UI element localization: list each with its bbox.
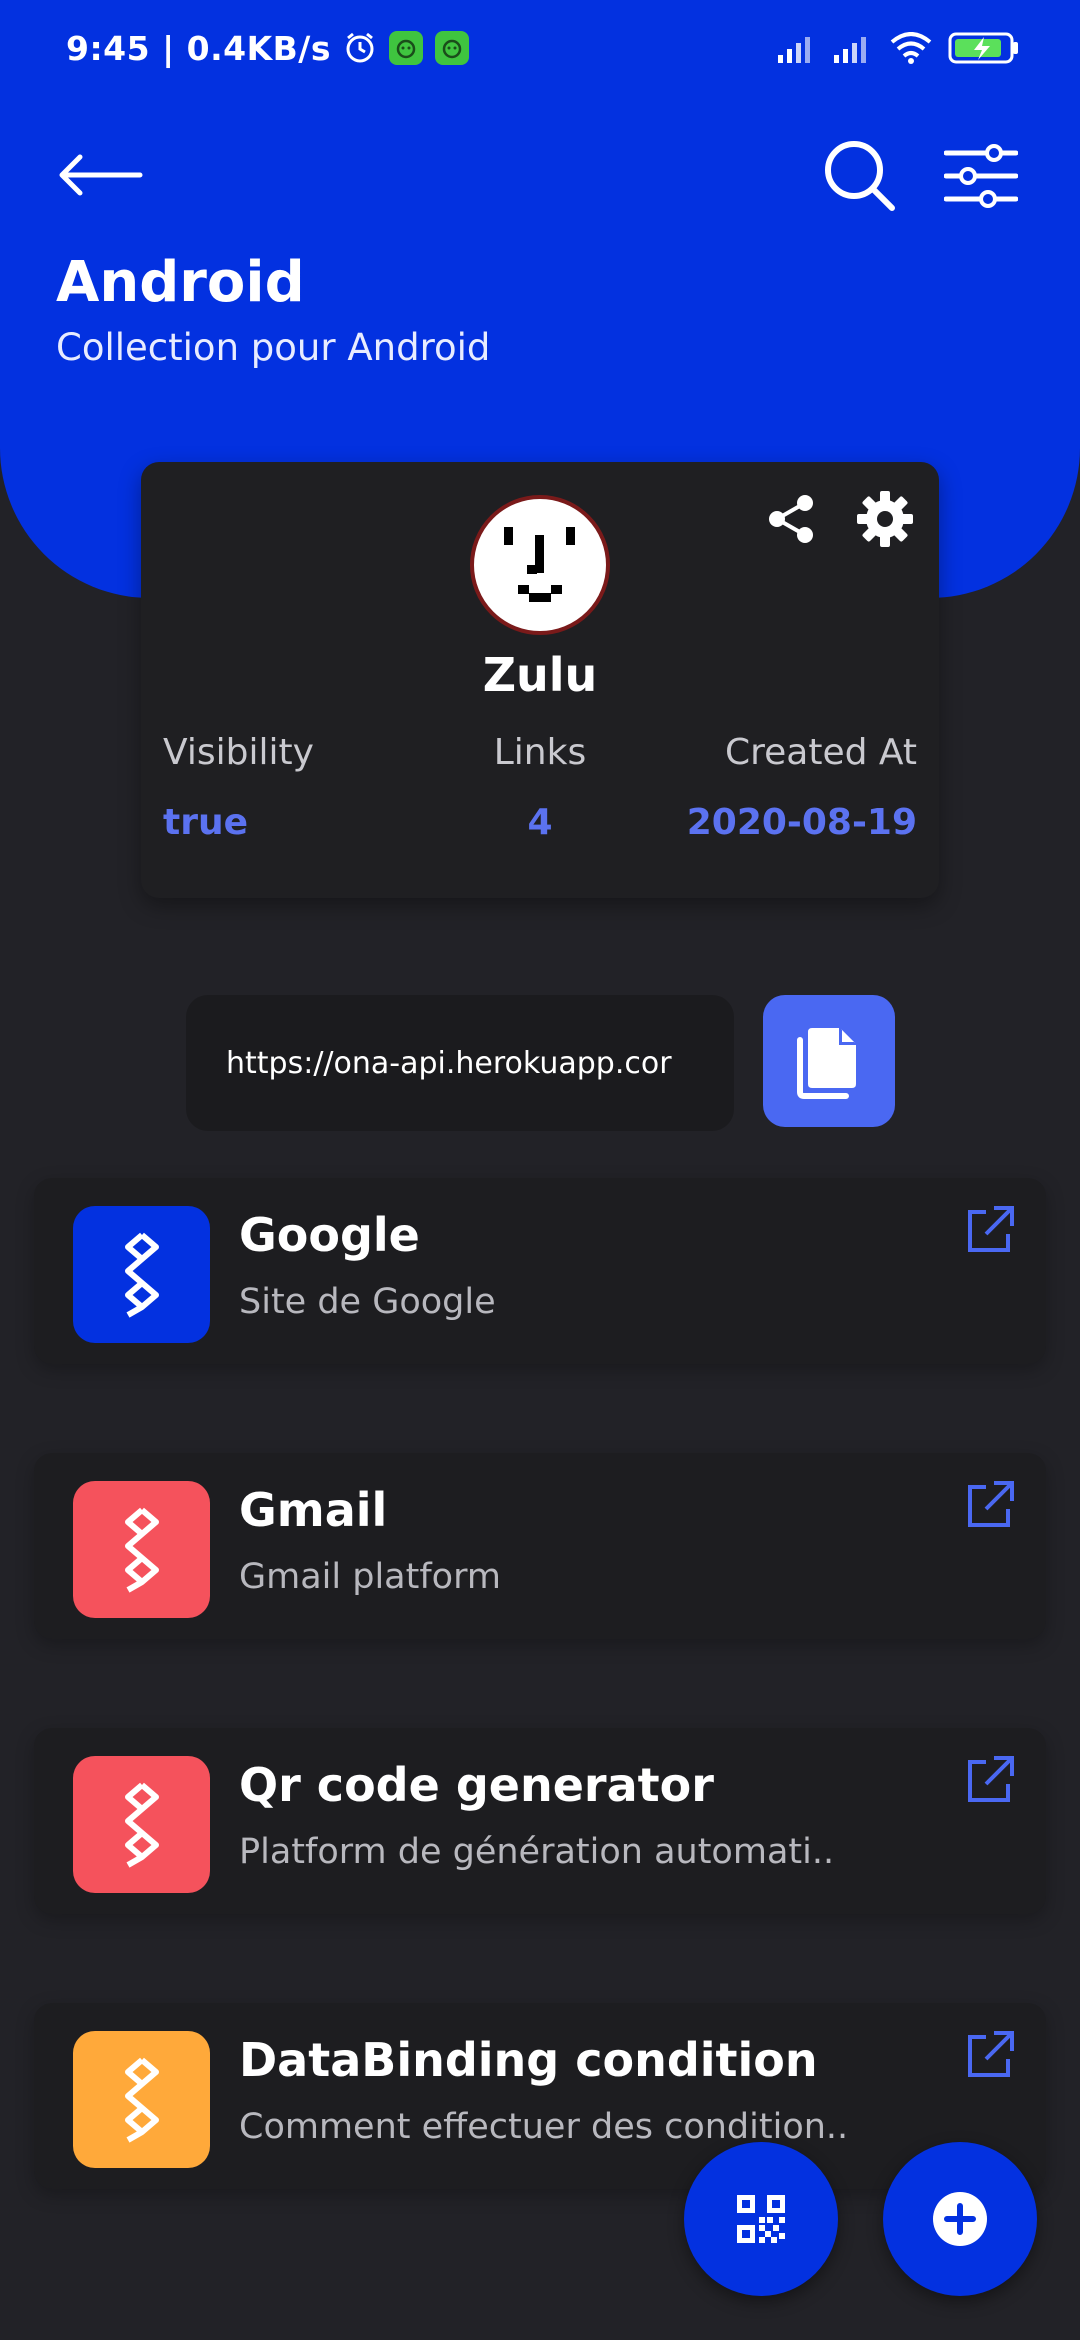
created-at-label: Created At — [724, 732, 917, 773]
link-item[interactable]: Qr code generator Platform de génération… — [34, 1728, 1046, 1914]
gear-icon — [857, 491, 913, 547]
link-chain-icon — [124, 2057, 159, 2143]
qr-code-icon — [737, 2195, 785, 2243]
copy-icon — [797, 1028, 856, 1099]
open-external-icon — [968, 2031, 1014, 2077]
link-description: Site de Google — [239, 1282, 496, 1322]
filter-button[interactable] — [940, 136, 1022, 216]
link-icon-tile — [73, 1756, 210, 1893]
link-description: Platform de génération automati.. — [239, 1832, 835, 1872]
search-button[interactable] — [818, 134, 902, 218]
link-item[interactable]: DataBinding condition Comment effectuer … — [34, 2003, 1046, 2189]
filter-icon — [944, 144, 1018, 208]
page-title: Android — [56, 250, 305, 315]
qr-code-button[interactable] — [684, 2142, 838, 2296]
signal-icon — [834, 33, 874, 63]
app-notification-icon — [435, 31, 469, 65]
signal-icon — [778, 33, 818, 63]
link-description: Gmail platform — [239, 1557, 501, 1597]
open-external-icon — [968, 1481, 1014, 1527]
link-icon-tile — [73, 1206, 210, 1343]
open-external-icon — [968, 1206, 1014, 1252]
avatar — [470, 495, 610, 635]
copy-url-button[interactable] — [763, 995, 895, 1127]
link-item[interactable]: Gmail Gmail platform — [34, 1453, 1046, 1639]
open-external-icon — [968, 1756, 1014, 1802]
plus-icon — [933, 2192, 987, 2246]
back-arrow-icon — [59, 154, 143, 196]
link-title: Google — [239, 1208, 420, 1262]
app-notification-icon — [389, 31, 423, 65]
search-icon — [825, 141, 895, 211]
open-link-button[interactable] — [960, 1750, 1020, 1810]
link-title: DataBinding condition — [239, 2033, 818, 2087]
collection-info-card: Zulu Visibility Links Created At true 4 … — [141, 462, 939, 898]
link-icon-tile — [73, 2031, 210, 2168]
share-icon — [769, 495, 813, 543]
link-title: Gmail — [239, 1483, 388, 1537]
link-description: Comment effectuer des condition.. — [239, 2107, 849, 2147]
wifi-icon — [890, 32, 932, 64]
back-button[interactable] — [50, 140, 150, 210]
page-subtitle: Collection pour Android — [56, 326, 491, 369]
open-link-button[interactable] — [960, 1475, 1020, 1535]
collection-url-text: https://ona-api.herokuapp.cor — [226, 1045, 672, 1081]
battery-icon — [948, 31, 1020, 65]
open-link-button[interactable] — [960, 2025, 1020, 2085]
collection-url-field[interactable]: https://ona-api.herokuapp.cor — [186, 995, 734, 1131]
settings-button[interactable] — [854, 488, 916, 550]
link-icon-tile — [73, 1481, 210, 1618]
status-time: 9:45 | 0.4KB/s — [66, 28, 331, 68]
created-at-value: 2020-08-19 — [686, 802, 917, 843]
link-chain-icon — [124, 1232, 159, 1318]
link-title: Qr code generator — [239, 1758, 714, 1812]
link-item[interactable]: Google Site de Google — [34, 1178, 1046, 1364]
share-button[interactable] — [760, 488, 822, 550]
link-chain-icon — [124, 1782, 159, 1868]
add-link-button[interactable] — [883, 2142, 1037, 2296]
profile-name: Zulu — [482, 648, 598, 702]
open-link-button[interactable] — [960, 1200, 1020, 1260]
status-bar: 9:45 | 0.4KB/s — [0, 0, 1080, 96]
alarm-icon — [343, 31, 377, 65]
link-chain-icon — [124, 1507, 159, 1593]
